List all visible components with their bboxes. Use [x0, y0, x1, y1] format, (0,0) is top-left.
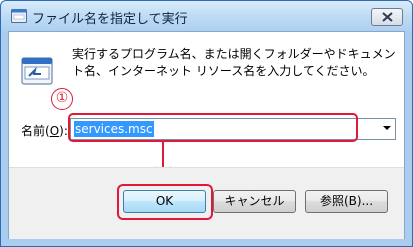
name-label-accelerator: O: [49, 124, 60, 138]
annotation-step-number: ①: [51, 88, 73, 110]
close-icon: [382, 12, 393, 22]
dialog-body: 実行するプログラム名、または開くフォルダーやドキュメント名、インターネット リソ…: [8, 31, 405, 239]
description-text: 実行するプログラム名、または開くフォルダーやドキュメント名、インターネット リソ…: [72, 47, 396, 78]
name-label: 名前(O):: [21, 124, 68, 138]
highlight-box-input: [68, 113, 358, 142]
browse-button[interactable]: 参照(B)...: [305, 190, 388, 213]
highlight-box-ok: [117, 184, 213, 220]
run-program-icon: [21, 57, 53, 85]
dropdown-arrow-icon[interactable]: [383, 126, 391, 130]
run-dialog-window: ファイル名を指定して実行 実行するプログラム名、または開くフォルダーやドキュメン…: [0, 0, 413, 247]
run-icon: [11, 9, 27, 23]
title-bar[interactable]: ファイル名を指定して実行: [1, 1, 412, 31]
cancel-button[interactable]: キャンセル: [213, 190, 296, 213]
window-title: ファイル名を指定して実行: [32, 12, 188, 27]
close-button[interactable]: [371, 8, 403, 26]
